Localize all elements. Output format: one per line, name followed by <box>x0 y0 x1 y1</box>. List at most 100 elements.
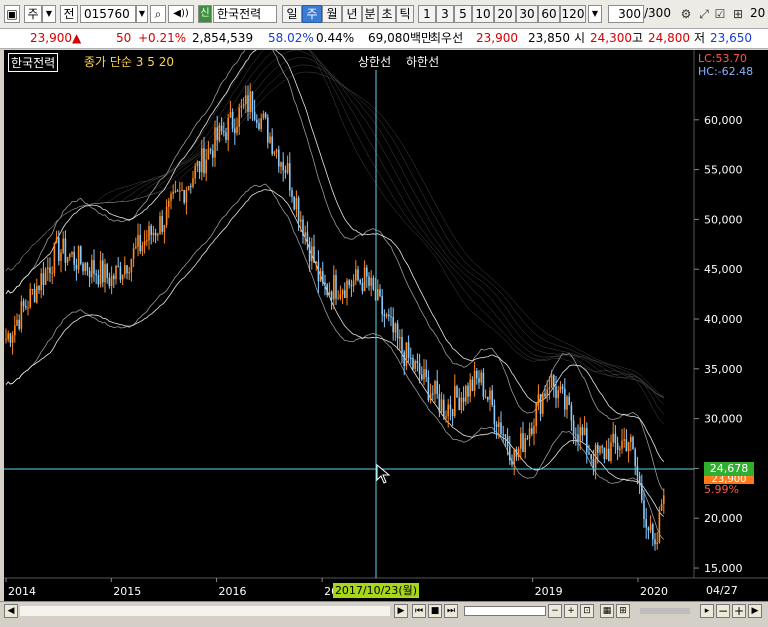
chart-canvas[interactable]: 60,000 55,000 50,000 45,000 40,000 35,000 30,0… <box>4 50 768 601</box>
price-chart[interactable]: 60,000 55,000 50,000 45,000 40,000 35,000 30,0… <box>4 50 768 601</box>
candle-body <box>258 122 260 130</box>
current-price: 23,900 <box>30 31 72 45</box>
candle-body <box>531 428 533 434</box>
candle-body <box>172 192 174 195</box>
grid-icon[interactable]: ⊞ <box>616 604 630 618</box>
interval-60[interactable]: 60 <box>538 5 560 23</box>
scroll-right-icon[interactable]: ▶ <box>394 604 408 618</box>
mini-slider[interactable] <box>640 608 690 614</box>
candle-body <box>108 277 111 287</box>
scroll-track[interactable] <box>20 606 390 616</box>
legend-stock-name[interactable]: 한국전력 <box>8 53 59 72</box>
candle-body <box>201 148 203 173</box>
candle-body <box>370 277 372 286</box>
code-dropdown-icon[interactable]: ▼ <box>136 5 148 23</box>
chart-type-icon[interactable]: ▦ <box>600 604 614 618</box>
scroll-end-icon[interactable]: ▶ <box>748 604 762 618</box>
candle-body <box>205 159 207 174</box>
period-year[interactable]: 년 <box>342 5 362 23</box>
candle-body <box>11 335 14 343</box>
candle-body <box>473 370 476 391</box>
expand-icon[interactable]: + <box>732 604 746 618</box>
candle-body <box>115 266 117 280</box>
scope-selector[interactable]: 전 <box>60 5 78 23</box>
interval-30[interactable]: 30 <box>516 5 538 23</box>
candle-body <box>214 127 216 158</box>
candle-body <box>148 225 150 241</box>
candle-body <box>509 446 511 461</box>
prev-page-icon[interactable]: ⏮ <box>412 604 426 618</box>
type-selector[interactable]: 주 <box>24 5 42 23</box>
interval-120[interactable]: 120 <box>560 5 586 23</box>
candle-body <box>97 275 100 285</box>
candle-body <box>264 113 267 118</box>
candle-body <box>645 519 647 528</box>
candle-body <box>383 314 386 317</box>
candle-body <box>421 374 423 380</box>
interval-20[interactable]: 20 <box>494 5 516 23</box>
candle-body <box>150 225 152 235</box>
candle-body <box>377 289 379 301</box>
zoom-in-icon[interactable]: + <box>564 604 578 618</box>
candle-body <box>209 149 212 151</box>
candle-body <box>361 282 364 292</box>
y-tick-label: 50,000 <box>704 213 743 226</box>
fit-icon[interactable]: ⊡ <box>580 604 594 618</box>
type-dropdown-icon[interactable]: ▼ <box>42 5 56 23</box>
candle-body <box>564 388 566 410</box>
legend-upper-band[interactable]: 상한선 <box>358 53 391 70</box>
candle-body <box>339 294 342 299</box>
period-month[interactable]: 월 <box>322 5 342 23</box>
interval-dropdown-icon[interactable]: ▼ <box>588 5 602 23</box>
low-label: 저 <box>694 31 706 45</box>
candle-body <box>489 390 491 400</box>
candle-body <box>295 198 298 210</box>
period-minute[interactable]: 분 <box>362 5 378 23</box>
candle-body <box>546 389 548 397</box>
sound-icon[interactable]: ◀)) <box>168 5 194 23</box>
candle-body <box>185 190 188 203</box>
candle-body <box>434 381 436 394</box>
stock-badge: 신 <box>198 5 212 23</box>
check-icon[interactable]: ☑ <box>712 5 728 23</box>
legend-lower-band[interactable]: 하한선 <box>406 53 439 70</box>
candle-body <box>654 539 656 545</box>
interval-3[interactable]: 3 <box>436 5 454 23</box>
interval-5[interactable]: 5 <box>454 5 472 23</box>
resize-icon[interactable]: ⤢ <box>696 5 712 23</box>
settings-icon[interactable]: ⚙ <box>678 5 694 23</box>
count-input[interactable]: 300 <box>608 5 644 23</box>
chart-scrollbar[interactable]: ◀ ▶ ⏮ ■ ⏭ − + ⊡ ▦ ⊞ ▸ − + ▶ <box>0 601 768 620</box>
scroll-more-icon[interactable]: ▸ <box>700 604 714 618</box>
layout-icon[interactable]: ⊞ <box>730 5 746 23</box>
interval-1[interactable]: 1 <box>418 5 436 23</box>
candle-body <box>634 449 636 466</box>
candle-body <box>491 390 493 406</box>
legend-ma[interactable]: 종가 단순 3 5 20 <box>84 53 174 70</box>
scroll-left-icon[interactable]: ◀ <box>4 604 18 618</box>
zoom-out-icon[interactable]: − <box>548 604 562 618</box>
zoom-slider[interactable] <box>464 606 546 616</box>
code-input[interactable]: 015760 <box>80 5 136 23</box>
period-tick[interactable]: 틱 <box>396 5 414 23</box>
interval-10[interactable]: 10 <box>472 5 494 23</box>
candle-body <box>660 504 663 511</box>
candle-body <box>84 263 86 272</box>
candle-body <box>42 273 45 285</box>
period-second[interactable]: 초 <box>378 5 396 23</box>
shrink-icon[interactable]: − <box>716 604 730 618</box>
period-week[interactable]: 주 <box>302 5 322 23</box>
candle-body <box>623 439 625 441</box>
search-icon[interactable]: ⌕ <box>150 5 166 23</box>
candle-body <box>467 385 469 397</box>
stop-icon[interactable]: ■ <box>428 604 442 618</box>
candle-body <box>102 260 104 283</box>
candle-body <box>27 307 29 309</box>
candle-body <box>165 206 168 225</box>
count-total: /300 <box>644 6 671 20</box>
period-day[interactable]: 일 <box>282 5 302 23</box>
y-tick-label: 20,000 <box>704 512 743 525</box>
candle-body <box>575 434 577 436</box>
next-page-icon[interactable]: ⏭ <box>444 604 458 618</box>
window-menu-icon[interactable]: ▣ <box>4 5 20 23</box>
